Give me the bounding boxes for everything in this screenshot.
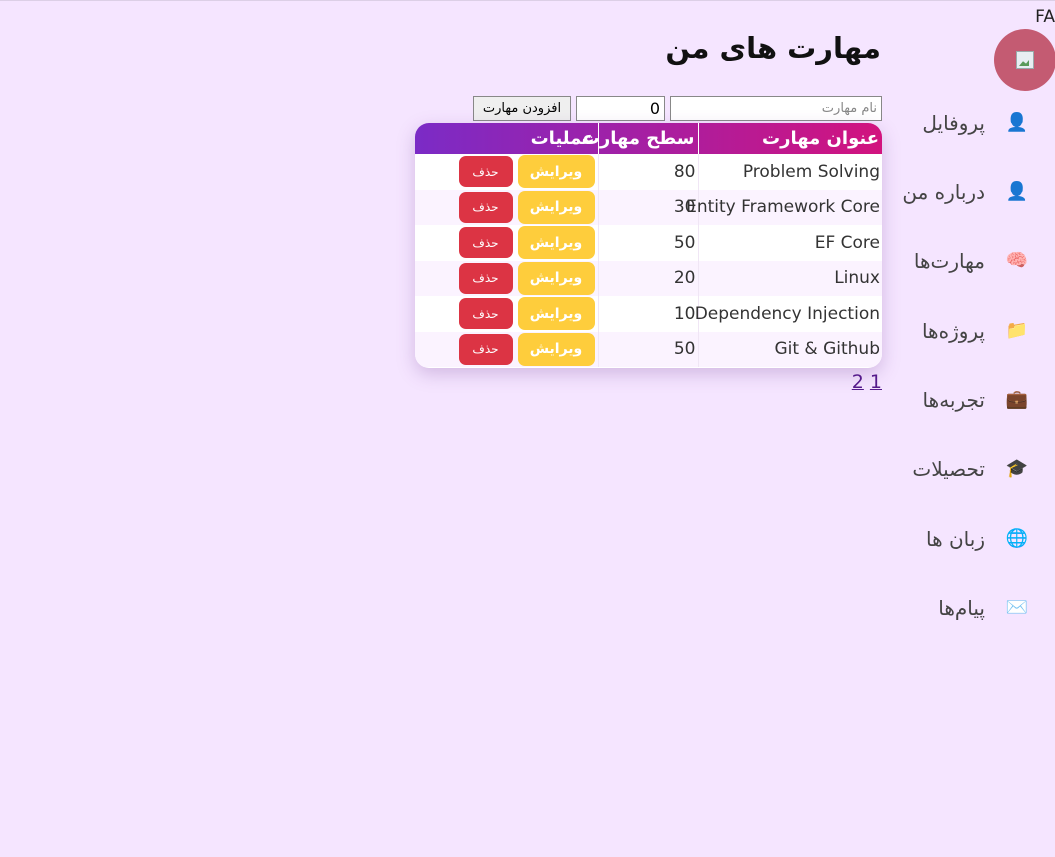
edit-button[interactable]: ویرایش (517, 226, 595, 260)
graduation-cap-icon: 🎓 (1005, 458, 1029, 479)
edit-button[interactable]: ویرایش (517, 297, 595, 331)
skill-level-input[interactable] (576, 96, 665, 121)
skill-name-input[interactable] (670, 96, 882, 121)
add-skill-button[interactable]: افزودن مهارت (473, 96, 571, 121)
table-row: Entity Framework Core 30 ویرایش حذف (415, 189, 882, 225)
brain-icon: 🧠 (1005, 250, 1029, 271)
user-icon: 👤 (1005, 181, 1029, 202)
skill-title: Problem Solving (697, 154, 882, 190)
sidebar-item-education[interactable]: 🎓 تحصیلات (885, 451, 1055, 487)
sidebar-item-label: پروفایل (922, 111, 985, 135)
folder-icon: 📁 (1005, 320, 1029, 341)
sidebar-item-projects[interactable]: 📁 پروژه‌ها (885, 313, 1055, 349)
table-header-row: عنوان مهارت سطح مهارت عملیات (415, 123, 882, 154)
page-link-2[interactable]: 2 (852, 371, 864, 393)
pagination: 2 1 (852, 371, 882, 393)
delete-button[interactable]: حذف (458, 156, 513, 188)
table-row: Dependency Injection 10 ویرایش حذف (415, 296, 882, 332)
sidebar-item-label: پیام‌ها (938, 596, 985, 620)
broken-image-icon (1016, 51, 1034, 69)
edit-button[interactable]: ویرایش (517, 190, 595, 224)
skill-level: 10 (597, 296, 698, 332)
skill-level: 80 (597, 154, 698, 190)
edit-button[interactable]: ویرایش (517, 261, 595, 295)
column-header-title: عنوان مهارت (697, 123, 882, 154)
column-header-level: سطح مهارت (582, 123, 698, 154)
sidebar-item-about[interactable]: 👤 درباره من (885, 174, 1055, 210)
skill-title: EF Core (697, 225, 882, 261)
sidebar-item-label: تحصیلات (912, 457, 985, 481)
delete-button[interactable]: حذف (458, 298, 513, 330)
skill-level: 50 (597, 225, 698, 261)
delete-button[interactable]: حذف (458, 262, 513, 294)
delete-button[interactable]: حذف (458, 191, 513, 223)
language-switch[interactable]: FA (1035, 7, 1055, 27)
globe-icon: 🌐 (1005, 528, 1029, 549)
edit-button[interactable]: ویرایش (517, 155, 595, 189)
skill-title: Dependency Injection (695, 296, 882, 332)
skill-level: 20 (597, 260, 698, 296)
sidebar-item-label: زبان ها (925, 527, 985, 551)
skill-level: 50 (597, 331, 698, 367)
sidebar-item-skills[interactable]: 🧠 مهارت‌ها (885, 243, 1055, 279)
delete-button[interactable]: حذف (458, 333, 513, 365)
column-header-actions: عملیات (530, 128, 595, 149)
sidebar-item-label: مهارت‌ها (913, 249, 985, 273)
briefcase-icon: 💼 (1005, 389, 1029, 410)
skills-table: عنوان مهارت سطح مهارت عملیات Problem Sol… (415, 123, 882, 368)
skill-title: Entity Framework Core (686, 189, 882, 225)
skill-title: Git & Github (697, 331, 882, 367)
table-row: EF Core 50 ویرایش حذف (415, 225, 882, 261)
skill-level: 30 (597, 189, 698, 225)
table-row: Linux 20 ویرایش حذف (415, 260, 882, 296)
sidebar-item-experiences[interactable]: 💼 تجربه‌ها (885, 382, 1055, 418)
table-row: Git & Github 50 ویرایش حذف (415, 331, 882, 367)
sidebar-item-languages[interactable]: 🌐 زبان ها (885, 521, 1055, 557)
page-title: مهارت های من (665, 31, 881, 65)
delete-button[interactable]: حذف (458, 227, 513, 259)
edit-button[interactable]: ویرایش (517, 332, 595, 366)
user-icon: 👤 (1005, 112, 1029, 133)
page-link-1[interactable]: 1 (870, 371, 882, 393)
sidebar-item-label: تجربه‌ها (922, 388, 985, 412)
sidebar-item-label: درباره من (902, 180, 985, 204)
envelope-icon: ✉️ (1005, 597, 1029, 618)
sidebar-item-messages[interactable]: ✉️ پیام‌ها (885, 590, 1055, 626)
table-row: Problem Solving 80 ویرایش حذف (415, 154, 882, 190)
skill-title: Linux (697, 260, 882, 296)
sidebar-item-profile[interactable]: 👤 پروفایل (885, 105, 1055, 141)
avatar (994, 29, 1055, 91)
sidebar-item-label: پروژه‌ها (921, 319, 985, 343)
